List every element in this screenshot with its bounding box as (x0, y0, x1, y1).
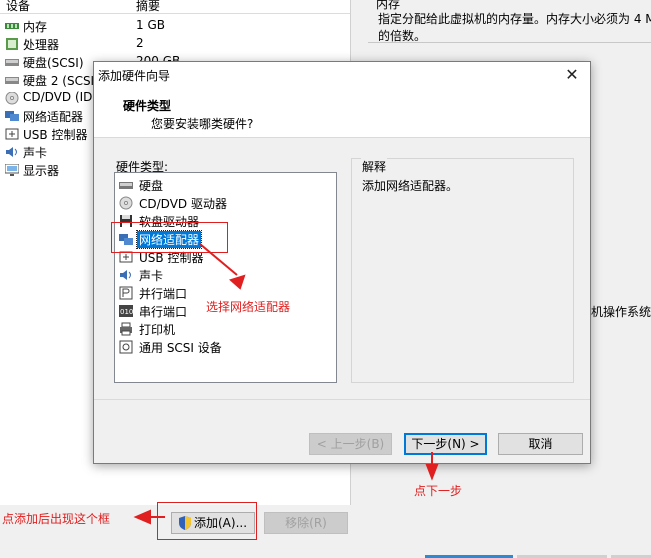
device-name: 硬盘(SCSI) (23, 56, 84, 70)
wizard-header: 硬件类型 您要安装哪类硬件? (94, 88, 590, 138)
device-name: 声卡 (23, 146, 48, 160)
device-table-header: 设备 摘要 (0, 0, 350, 14)
network-icon (5, 110, 19, 122)
sound-icon (5, 146, 19, 158)
cancel-button[interactable]: 取消 (498, 433, 583, 455)
device-name: 显示器 (23, 164, 60, 178)
device-name: 硬盘 2 (SCSI (23, 74, 95, 88)
list-item-label: CD/DVD 驱动器 (139, 197, 227, 211)
explanation-text: 添加网络适配器。 (362, 179, 459, 193)
usb-icon (5, 128, 19, 140)
hardware-type-list[interactable]: 硬盘 CD/DVD 驱动器 软盘驱动器 网络适配器 USB 控制器 声卡 并行端… (114, 172, 337, 383)
annotation-box-network (111, 222, 228, 253)
device-name: CD/DVD (IDE (23, 90, 100, 104)
dialog-titlebar[interactable]: 添加硬件向导 ✕ (94, 62, 590, 88)
explanation-label: 解释 (361, 158, 388, 175)
harddisk-icon (5, 74, 19, 86)
device-name: 内存 (23, 20, 48, 34)
harddisk-icon (119, 178, 133, 192)
detail-divider (368, 42, 651, 43)
annotation-add-box-note: 点添加后出现这个框 (2, 512, 111, 526)
bottom-strip (0, 553, 651, 558)
device-summary: 2 (136, 36, 144, 50)
sound-icon (119, 268, 133, 282)
memory-icon (5, 20, 19, 32)
device-row-memory[interactable]: 内存 1 GB (0, 17, 350, 35)
device-name: 处理器 (23, 38, 60, 52)
device-name: 网络适配器 (23, 110, 84, 124)
cd-icon (5, 91, 19, 105)
parallel-port-icon (119, 286, 133, 300)
cd-icon (119, 196, 133, 210)
device-name: USB 控制器 (23, 128, 88, 142)
dialog-title: 添加硬件向导 (98, 69, 171, 83)
list-item-label: 声卡 (139, 269, 164, 283)
next-button[interactable]: 下一步(N) > (404, 433, 487, 455)
device-summary: 1 GB (136, 18, 165, 32)
annotation-click-next: 点下一步 (414, 484, 463, 498)
remove-button[interactable]: 移除(R) (264, 512, 348, 534)
cpu-icon (5, 38, 19, 50)
harddisk-icon (5, 56, 19, 68)
list-item-label: 通用 SCSI 设备 (139, 341, 222, 355)
column-device[interactable]: 设备 (6, 0, 30, 14)
display-icon (4, 163, 20, 176)
close-icon[interactable]: ✕ (562, 65, 582, 85)
dialog-footer-divider (94, 399, 590, 400)
scsi-icon (119, 340, 133, 354)
add-hardware-dialog: 添加硬件向导 ✕ 硬件类型 您要安装哪类硬件? 硬件类型: 硬盘 CD/DVD … (93, 61, 591, 464)
serial-port-icon: 010 (119, 304, 133, 318)
list-item-label: 串行端口 (139, 305, 188, 319)
detail-description: 指定分配给此虚拟机的内存量。内存大小必须为 4 M 的倍数。 (378, 12, 651, 43)
list-item-label: 并行端口 (139, 287, 188, 301)
wizard-step-subtitle: 您要安装哪类硬件? (151, 117, 254, 131)
svg-text:010: 010 (120, 308, 133, 316)
detail-text: 机操作系统 (591, 305, 651, 319)
annotation-box-add (157, 502, 257, 540)
column-summary[interactable]: 摘要 (136, 0, 160, 14)
list-item-label: 打印机 (139, 323, 176, 337)
back-button[interactable]: < 上一步(B) (309, 433, 392, 455)
list-item-label: 硬盘 (139, 179, 164, 193)
annotation-select-network: 选择网络适配器 (206, 300, 291, 314)
printer-icon (119, 322, 133, 336)
device-row-cpu[interactable]: 处理器 2 (0, 35, 350, 53)
wizard-step-title: 硬件类型 (123, 99, 172, 113)
